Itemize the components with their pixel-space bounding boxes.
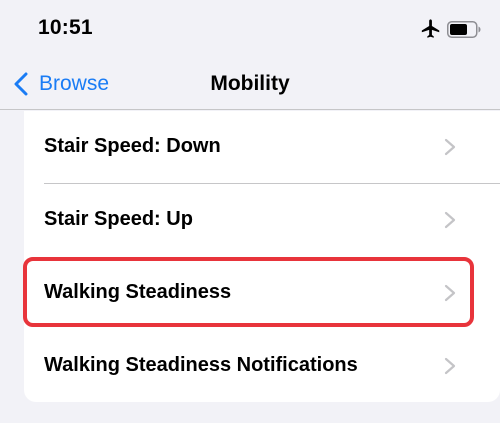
settings-list: Stair Speed: Down Stair Speed: Up Walkin… — [24, 111, 500, 402]
chevron-right-icon — [444, 211, 456, 229]
airplane-icon — [421, 19, 440, 38]
list-item-walking-steadiness[interactable]: Walking Steadiness — [24, 257, 500, 329]
status-time: 10:51 — [38, 16, 93, 39]
navigation-bar: Browse Mobility — [0, 58, 500, 110]
list-item-walking-steadiness-notifications[interactable]: Walking Steadiness Notifications — [24, 330, 500, 402]
status-bar: 10:51 — [0, 0, 500, 58]
list-item-stair-speed-down[interactable]: Stair Speed: Down — [24, 111, 500, 183]
chevron-right-icon — [444, 357, 456, 375]
page-title: Mobility — [210, 72, 290, 95]
chevron-right-icon — [444, 138, 456, 156]
list-item-label: Walking Steadiness Notifications — [44, 354, 358, 376]
list-item-label: Stair Speed: Down — [44, 135, 221, 157]
chevron-right-icon — [444, 284, 456, 302]
battery-icon — [447, 21, 481, 38]
list-item-stair-speed-up[interactable]: Stair Speed: Up — [24, 184, 500, 256]
list-item-label: Stair Speed: Up — [44, 208, 193, 230]
list-item-label: Walking Steadiness — [44, 281, 232, 303]
